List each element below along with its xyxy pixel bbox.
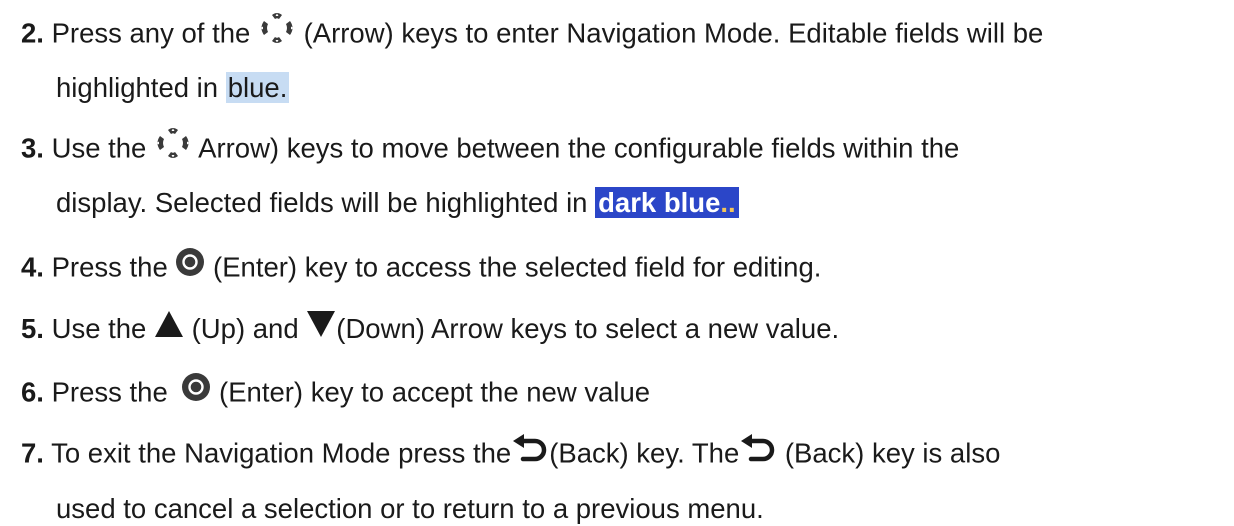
step-3-line-1: 3. Use the Arrow) keys to move between t… [21, 127, 960, 167]
step-text: (Up) and [191, 313, 299, 344]
step-text: (Enter) key to access the selected field… [213, 251, 822, 283]
step-7-line-1: 7. To exit the Navigation Mode press the… [21, 433, 1001, 471]
back-key-icon [511, 433, 549, 471]
step-text: highlighted in [56, 72, 219, 103]
step-text: Arrow) keys to move between the configur… [198, 132, 960, 164]
step-2-line-2: highlighted in blue. [56, 71, 290, 105]
enter-key-icon [175, 247, 205, 285]
step-7-line-2: used to cancel a selection or to return … [56, 492, 764, 526]
step-number: 4. [21, 251, 44, 283]
step-3-line-2: display. Selected fields will be highlig… [56, 186, 739, 220]
step-number: 2. [21, 17, 44, 49]
step-text: Use the [51, 313, 147, 344]
step-text: Press the [51, 251, 168, 283]
step-text: (Arrow) keys to enter Navigation Mode. E… [303, 17, 1044, 49]
step-text: (Back) key. The [549, 437, 740, 469]
dark-blue-highlight: dark blue.. [595, 187, 739, 218]
back-key-icon [739, 433, 777, 471]
arrow-keys-icon [154, 127, 192, 167]
step-text: To exit the Navigation Mode press the [51, 437, 512, 469]
arrow-keys-icon [258, 12, 296, 52]
step-text: Press the [51, 376, 168, 408]
step-text: (Enter) key to accept the new value [219, 376, 651, 408]
step-2-line-1: 2. Press any of the (Arrow) keys to ente… [21, 12, 1044, 52]
step-5-line: 5. Use the (Up) and (Down) Arrow keys to… [21, 310, 840, 346]
step-number: 5. [21, 313, 44, 344]
step-text: used to cancel a selection or to return … [56, 493, 764, 524]
enter-key-icon [181, 372, 211, 410]
step-number: 7. [21, 437, 44, 469]
step-number: 6. [21, 376, 44, 408]
step-text: (Down) Arrow keys to select a new value. [336, 313, 840, 344]
blue-highlight: blue. [225, 72, 290, 103]
up-arrow-icon [154, 310, 184, 346]
step-text: display. Selected fields will be highlig… [56, 187, 588, 218]
step-4-line: 4. Press the (Enter) key to access the s… [21, 247, 822, 285]
down-arrow-icon [306, 310, 336, 346]
step-6-line: 6. Press the (Enter) key to accept the n… [21, 372, 651, 410]
step-text: Use the [51, 132, 147, 164]
step-text: Press any of the [51, 17, 251, 49]
step-number: 3. [21, 132, 44, 164]
step-text: (Back) key is also [784, 437, 1001, 469]
